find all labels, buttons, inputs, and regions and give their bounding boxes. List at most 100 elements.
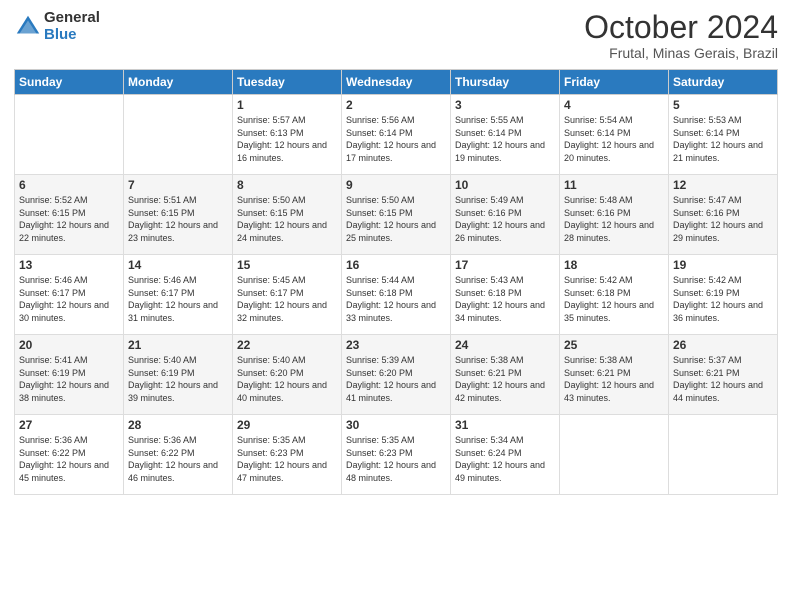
day-info: Sunrise: 5:42 AM Sunset: 6:18 PM Dayligh… (564, 274, 664, 324)
day-number: 17 (455, 258, 555, 272)
logo-blue-text: Blue (44, 27, 100, 44)
logo: General Blue (14, 10, 100, 43)
col-monday: Monday (124, 70, 233, 95)
day-info: Sunrise: 5:44 AM Sunset: 6:18 PM Dayligh… (346, 274, 446, 324)
day-number: 14 (128, 258, 228, 272)
day-number: 13 (19, 258, 119, 272)
day-info: Sunrise: 5:40 AM Sunset: 6:19 PM Dayligh… (128, 354, 228, 404)
day-info: Sunrise: 5:38 AM Sunset: 6:21 PM Dayligh… (564, 354, 664, 404)
title-block: October 2024 Frutal, Minas Gerais, Brazi… (584, 10, 778, 61)
logo-general-text: General (44, 10, 100, 27)
day-info: Sunrise: 5:56 AM Sunset: 6:14 PM Dayligh… (346, 114, 446, 164)
header-row: Sunday Monday Tuesday Wednesday Thursday… (15, 70, 778, 95)
day-info: Sunrise: 5:45 AM Sunset: 6:17 PM Dayligh… (237, 274, 337, 324)
week-row-5: 27Sunrise: 5:36 AM Sunset: 6:22 PM Dayli… (15, 415, 778, 495)
day-cell: 16 Sunrise: 5:44 AM Sunset: 6:18 PM Dayli… (342, 255, 451, 335)
day-info: Sunrise: 5:39 AM Sunset: 6:20 PM Dayligh… (346, 354, 446, 404)
week-row-1: 1 Sunrise: 5:57 AM Sunset: 6:13 PM Daylig… (15, 95, 778, 175)
day-cell: 23 Sunrise: 5:39 AM Sunset: 6:20 PM Dayli… (342, 335, 451, 415)
col-saturday: Saturday (669, 70, 778, 95)
day-number: 2 (346, 98, 446, 112)
day-cell: 28 Sunrise: 5:36 AM Sunset: 6:22 PM Dayli… (124, 415, 233, 495)
day-number: 1 (237, 98, 337, 112)
day-cell: 2 Sunrise: 5:56 AM Sunset: 6:14 PM Daylig… (342, 95, 451, 175)
day-cell: 30Sunrise: 5:35 AM Sunset: 6:23 PM Dayli… (342, 415, 451, 495)
day-info: Sunrise: 5:36 AM Sunset: 6:22 PM Dayligh… (128, 434, 228, 484)
day-number: 3 (455, 98, 555, 112)
day-info: Sunrise: 5:51 AM Sunset: 6:15 PM Dayligh… (128, 194, 228, 244)
day-info: Sunrise: 5:47 AM Sunset: 6:16 PM Dayligh… (673, 194, 773, 244)
day-cell: 9 Sunrise: 5:50 AM Sunset: 6:15 PM Daylig… (342, 175, 451, 255)
day-number: 10 (455, 178, 555, 192)
day-cell: 14 Sunrise: 5:46 AM Sunset: 6:17 PM Dayli… (124, 255, 233, 335)
day-info: Sunrise: 5:37 AM Sunset: 6:21 PM Dayligh… (673, 354, 773, 404)
col-sunday: Sunday (15, 70, 124, 95)
day-cell (560, 415, 669, 495)
day-info: Sunrise: 5:46 AM Sunset: 6:17 PM Dayligh… (128, 274, 228, 324)
day-cell: 26 Sunrise: 5:37 AM Sunset: 6:21 PM Dayli… (669, 335, 778, 415)
day-cell (15, 95, 124, 175)
day-info: Sunrise: 5:55 AM Sunset: 6:14 PM Dayligh… (455, 114, 555, 164)
day-info: Sunrise: 5:41 AM Sunset: 6:19 PM Dayligh… (19, 354, 119, 404)
day-number: 5 (673, 98, 773, 112)
day-number: 26 (673, 338, 773, 352)
week-row-2: 6Sunrise: 5:52 AM Sunset: 6:15 PM Daylig… (15, 175, 778, 255)
col-thursday: Thursday (451, 70, 560, 95)
day-cell: 22 Sunrise: 5:40 AM Sunset: 6:20 PM Dayli… (233, 335, 342, 415)
day-number: 25 (564, 338, 664, 352)
day-cell: 20Sunrise: 5:41 AM Sunset: 6:19 PM Dayli… (15, 335, 124, 415)
day-number: 28 (128, 418, 228, 432)
day-cell: 4Sunrise: 5:54 AM Sunset: 6:14 PM Daylig… (560, 95, 669, 175)
day-number: 8 (237, 178, 337, 192)
col-tuesday: Tuesday (233, 70, 342, 95)
day-number: 18 (564, 258, 664, 272)
day-cell (124, 95, 233, 175)
day-number: 12 (673, 178, 773, 192)
day-cell: 29Sunrise: 5:35 AM Sunset: 6:23 PM Dayli… (233, 415, 342, 495)
day-cell (669, 415, 778, 495)
day-info: Sunrise: 5:50 AM Sunset: 6:15 PM Dayligh… (237, 194, 337, 244)
day-number: 22 (237, 338, 337, 352)
day-cell: 11 Sunrise: 5:48 AM Sunset: 6:16 PM Dayli… (560, 175, 669, 255)
day-info: Sunrise: 5:48 AM Sunset: 6:16 PM Dayligh… (564, 194, 664, 244)
calendar-table: Sunday Monday Tuesday Wednesday Thursday… (14, 69, 778, 495)
col-wednesday: Wednesday (342, 70, 451, 95)
day-cell: 1 Sunrise: 5:57 AM Sunset: 6:13 PM Daylig… (233, 95, 342, 175)
day-info: Sunrise: 5:42 AM Sunset: 6:19 PM Dayligh… (673, 274, 773, 324)
day-number: 30 (346, 418, 446, 432)
header: General Blue October 2024 Frutal, Minas … (14, 10, 778, 61)
day-number: 9 (346, 178, 446, 192)
month-title: October 2024 (584, 10, 778, 45)
day-info: Sunrise: 5:49 AM Sunset: 6:16 PM Dayligh… (455, 194, 555, 244)
day-cell: 7 Sunrise: 5:51 AM Sunset: 6:15 PM Daylig… (124, 175, 233, 255)
day-info: Sunrise: 5:50 AM Sunset: 6:15 PM Dayligh… (346, 194, 446, 244)
day-number: 24 (455, 338, 555, 352)
day-number: 23 (346, 338, 446, 352)
location-subtitle: Frutal, Minas Gerais, Brazil (584, 45, 778, 61)
day-info: Sunrise: 5:40 AM Sunset: 6:20 PM Dayligh… (237, 354, 337, 404)
day-number: 4 (564, 98, 664, 112)
day-cell: 12 Sunrise: 5:47 AM Sunset: 6:16 PM Dayli… (669, 175, 778, 255)
day-number: 11 (564, 178, 664, 192)
day-cell: 18 Sunrise: 5:42 AM Sunset: 6:18 PM Dayli… (560, 255, 669, 335)
logo-text: General Blue (44, 10, 100, 43)
day-number: 16 (346, 258, 446, 272)
day-cell: 25 Sunrise: 5:38 AM Sunset: 6:21 PM Dayli… (560, 335, 669, 415)
day-number: 19 (673, 258, 773, 272)
day-cell: 5Sunrise: 5:53 AM Sunset: 6:14 PM Daylig… (669, 95, 778, 175)
day-cell: 31 Sunrise: 5:34 AM Sunset: 6:24 PM Dayli… (451, 415, 560, 495)
day-info: Sunrise: 5:43 AM Sunset: 6:18 PM Dayligh… (455, 274, 555, 324)
day-cell: 17 Sunrise: 5:43 AM Sunset: 6:18 PM Dayli… (451, 255, 560, 335)
day-cell: 3 Sunrise: 5:55 AM Sunset: 6:14 PM Daylig… (451, 95, 560, 175)
day-number: 15 (237, 258, 337, 272)
day-info: Sunrise: 5:36 AM Sunset: 6:22 PM Dayligh… (19, 434, 119, 484)
day-number: 31 (455, 418, 555, 432)
day-info: Sunrise: 5:34 AM Sunset: 6:24 PM Dayligh… (455, 434, 555, 484)
logo-icon (14, 13, 42, 41)
day-info: Sunrise: 5:35 AM Sunset: 6:23 PM Dayligh… (237, 434, 337, 484)
day-info: Sunrise: 5:52 AM Sunset: 6:15 PM Dayligh… (19, 194, 119, 244)
day-cell: 24Sunrise: 5:38 AM Sunset: 6:21 PM Dayli… (451, 335, 560, 415)
day-cell: 13Sunrise: 5:46 AM Sunset: 6:17 PM Dayli… (15, 255, 124, 335)
day-info: Sunrise: 5:57 AM Sunset: 6:13 PM Dayligh… (237, 114, 337, 164)
day-number: 7 (128, 178, 228, 192)
